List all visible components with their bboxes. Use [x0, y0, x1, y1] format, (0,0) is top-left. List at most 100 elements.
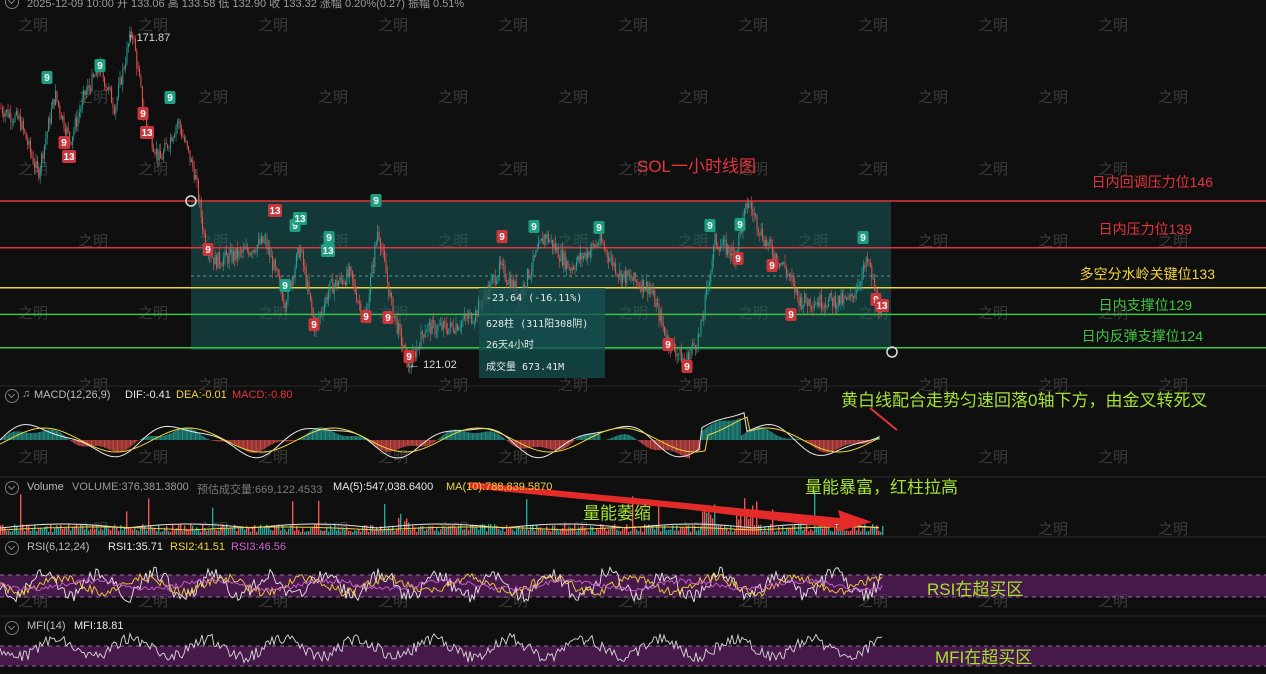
macd-histogram-bar — [32, 433, 34, 440]
macd-histogram-bar — [24, 432, 26, 440]
candle-body — [820, 294, 822, 309]
candle-body — [560, 249, 562, 262]
volume-bar — [208, 529, 210, 535]
volume-bar — [268, 526, 270, 535]
candle-body — [81, 98, 83, 109]
volume-bar — [128, 527, 130, 535]
candle-body — [62, 115, 64, 120]
chart-canvas[interactable]: 之明 之明 之明 之明 之明 之明 之明 之明 之明 之明之明 之明 之明 之明 之明 之明 之明 之明 之明 之明… — [0, 0, 1266, 674]
macd-histogram-bar — [258, 440, 260, 452]
collapse-volume-icon[interactable] — [5, 481, 19, 495]
volume-bar — [42, 529, 44, 535]
candle-body — [812, 306, 814, 309]
watermark-text: 之明 — [678, 376, 708, 394]
macd-histogram-bar — [787, 438, 789, 440]
volume-bar — [792, 525, 794, 535]
macd-histogram-bar — [815, 440, 817, 449]
watermark-text: 之明 — [318, 520, 348, 538]
macd-histogram-bar — [382, 440, 384, 451]
macd-histogram-bar — [525, 440, 527, 449]
volume-bar — [716, 525, 718, 535]
volume-bar — [454, 526, 456, 535]
candle-body — [847, 296, 849, 300]
watermark-text: 之明 — [318, 88, 348, 106]
macd-histogram-bar — [404, 440, 406, 447]
candle-body — [449, 322, 451, 329]
candle-body — [309, 292, 311, 300]
candle-body — [322, 312, 324, 314]
macd-histogram-bar — [410, 440, 412, 446]
volume-bar — [264, 526, 266, 535]
candle-body — [461, 321, 463, 328]
candle-body — [155, 148, 157, 155]
candle-body — [637, 281, 639, 286]
macd-bell-icon[interactable]: ♫ — [22, 388, 30, 400]
macd-histogram-bar — [75, 440, 77, 445]
candle-body — [273, 260, 275, 271]
macd-histogram-bar — [555, 440, 557, 451]
candle-body — [14, 114, 16, 122]
rsi-2: RSI2:41.51 — [170, 541, 226, 553]
volume-bar — [170, 531, 172, 535]
volume-bar — [784, 531, 786, 535]
volume-bar — [16, 525, 18, 535]
macd-histogram-bar — [187, 427, 189, 440]
macd-histogram-bar — [107, 440, 109, 450]
collapse-rsi-icon[interactable] — [5, 541, 19, 555]
macd-histogram-bar — [825, 440, 827, 453]
candle-body — [584, 252, 586, 256]
macd-histogram-bar — [559, 440, 560, 451]
macd-histogram-bar — [820, 440, 822, 452]
macd-histogram-bar — [136, 440, 138, 442]
collapse-mfi-icon[interactable] — [5, 621, 19, 635]
volume-bar — [590, 525, 592, 535]
macd-histogram-bar — [518, 440, 520, 449]
volume-bar — [316, 524, 318, 535]
candle-body — [367, 308, 369, 310]
macd-histogram-bar — [167, 434, 169, 440]
range-end-handle[interactable] — [886, 346, 898, 358]
macd-histogram-bar — [738, 418, 740, 440]
macd-histogram-bar — [523, 440, 525, 449]
volume-bar — [282, 524, 284, 535]
candle-body — [381, 249, 383, 250]
macd-histogram-bar — [683, 440, 685, 457]
macd-histogram-bar — [616, 435, 618, 440]
volume-bar — [730, 525, 732, 535]
macd-histogram-bar — [709, 424, 711, 440]
macd-histogram-bar — [851, 440, 853, 444]
volume-bar — [300, 531, 302, 535]
volume-bar — [346, 526, 348, 535]
candle-body — [469, 312, 471, 315]
collapse-macd-icon[interactable] — [5, 389, 19, 403]
candle-body — [564, 252, 566, 270]
candle-body — [78, 112, 80, 117]
candle-body — [528, 269, 530, 279]
candle-body — [6, 109, 8, 113]
td-marker-label: 9 — [737, 220, 743, 231]
chart-stage[interactable]: 之明 之明 之明 之明 之明 之明 之明 之明 之明 之明 之明 之明 之明 之明 之明 之明 之明 之明 之明 之明… — [0, 0, 1266, 674]
macd-histogram-bar — [729, 420, 731, 440]
macd-histogram-bar — [414, 440, 416, 447]
volume-bar — [470, 524, 472, 535]
macd-histogram-bar — [501, 436, 503, 440]
watermark-text: 之明 — [318, 376, 348, 394]
watermark-text: 之明 — [138, 160, 168, 178]
macd-histogram-bar — [681, 440, 683, 456]
volume-bar — [488, 524, 490, 535]
volume-bar — [310, 528, 312, 535]
volume-bar — [30, 531, 32, 535]
volume-bar — [494, 524, 496, 535]
volume-bar — [200, 531, 202, 535]
chart-title: SOL一小时线图 — [637, 157, 757, 176]
candle-body — [629, 275, 631, 277]
volume-bar — [674, 530, 676, 535]
macd-histogram-bar — [837, 440, 839, 449]
candle-body — [550, 239, 552, 241]
macd-histogram-bar — [748, 430, 750, 440]
candle-body — [85, 90, 87, 96]
candle-body — [168, 148, 170, 149]
candle-body — [633, 272, 635, 281]
volume-bar — [90, 528, 92, 535]
candle-body — [644, 289, 646, 292]
